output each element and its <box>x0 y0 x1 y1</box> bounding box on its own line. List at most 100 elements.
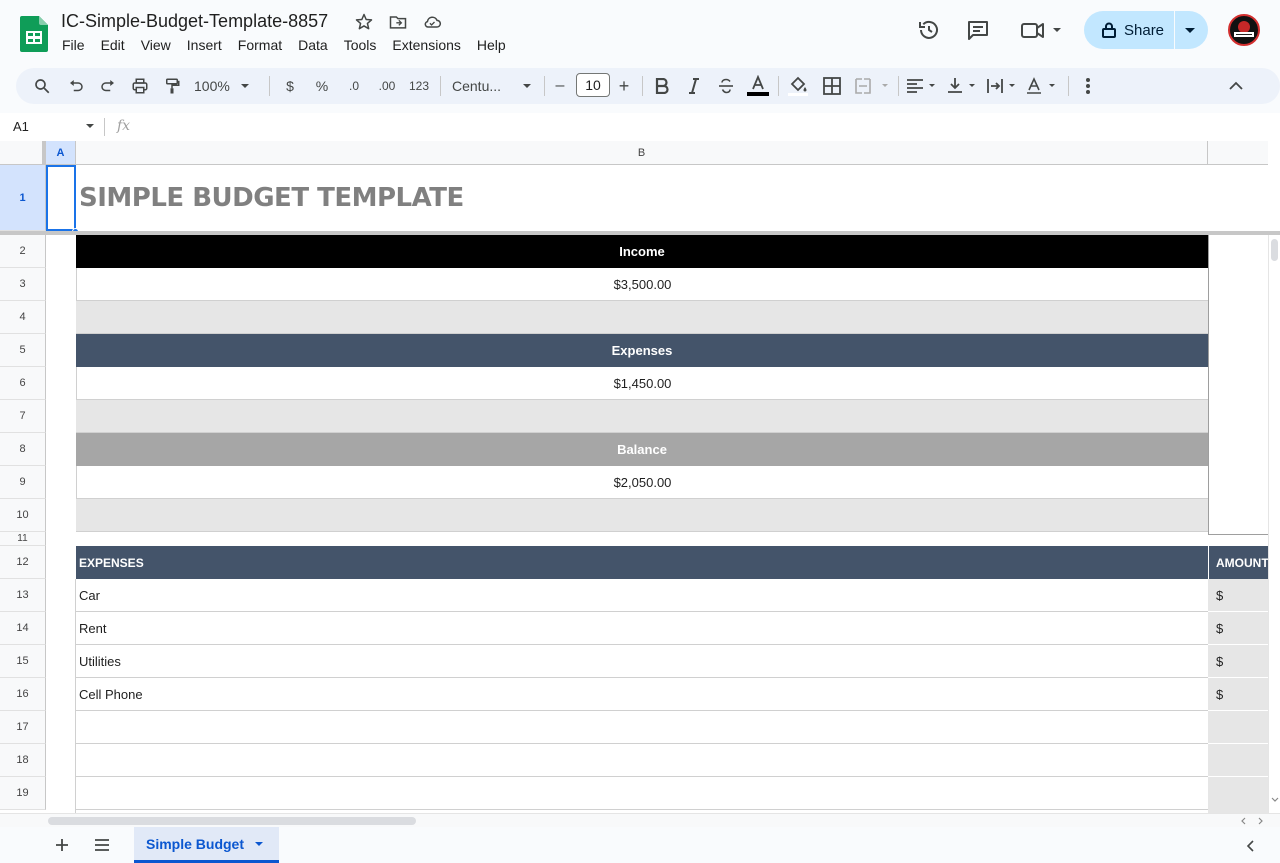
row-header[interactable]: 15 <box>0 645 46 678</box>
table-row[interactable]: Car <box>76 579 1208 612</box>
all-sheets-icon[interactable] <box>92 835 112 855</box>
row-header[interactable]: 11 <box>0 532 46 546</box>
share-main-button[interactable]: Share <box>1084 11 1174 49</box>
row-header[interactable]: 18 <box>0 744 46 777</box>
currency-format-button[interactable]: $ <box>278 74 302 98</box>
balance-header[interactable]: Balance <box>76 433 1208 466</box>
paint-format-icon[interactable] <box>160 74 184 98</box>
chevron-down-icon[interactable] <box>85 121 95 131</box>
text-wrapping-icon[interactable] <box>986 74 1020 98</box>
merge-cells-icon[interactable] <box>854 74 890 98</box>
move-folder-icon[interactable] <box>388 12 408 32</box>
menu-insert[interactable]: Insert <box>179 37 230 53</box>
increase-font-size-button[interactable]: + <box>614 74 634 98</box>
font-select[interactable]: Centu... <box>452 74 532 98</box>
table-row[interactable]: Cell Phone <box>76 678 1208 711</box>
row-header[interactable]: 2 <box>0 235 46 268</box>
scroll-left-icon[interactable] <box>1240 817 1248 825</box>
star-icon[interactable] <box>354 12 374 32</box>
collapse-toolbar-icon[interactable] <box>1224 74 1248 98</box>
more-formats-button[interactable]: 123 <box>405 74 433 98</box>
row-header[interactable]: 5 <box>0 334 46 367</box>
chevron-down-icon[interactable] <box>254 839 264 849</box>
table-row[interactable]: Rent <box>76 612 1208 645</box>
percent-format-button[interactable]: % <box>310 74 334 98</box>
decrease-font-size-button[interactable]: – <box>550 74 570 98</box>
bold-icon[interactable] <box>650 74 674 98</box>
zoom-select[interactable]: 100% <box>194 74 258 98</box>
menu-view[interactable]: View <box>133 37 179 53</box>
amount-cell[interactable]: $ <box>1208 579 1268 612</box>
scroll-right-icon[interactable] <box>1256 817 1264 825</box>
table-row[interactable] <box>76 777 1208 810</box>
account-avatar[interactable] <box>1228 14 1260 46</box>
amount-cell[interactable]: $ <box>1208 612 1268 645</box>
text-color-icon[interactable] <box>746 74 770 98</box>
row-header[interactable]: 12 <box>0 546 46 579</box>
row-header[interactable]: 13 <box>0 579 46 612</box>
vertical-align-icon[interactable] <box>946 74 980 98</box>
expenses-column-header[interactable]: EXPENSES <box>76 546 1208 579</box>
table-row[interactable] <box>76 711 1208 744</box>
sheets-logo-icon[interactable] <box>20 16 48 52</box>
redo-icon[interactable] <box>96 74 120 98</box>
strikethrough-icon[interactable] <box>714 74 738 98</box>
row-header[interactable]: 17 <box>0 711 46 744</box>
column-header-b[interactable]: B <box>76 141 1208 165</box>
spreadsheet-grid[interactable]: A B 1 2 3 4 5 6 7 8 9 10 11 12 13 14 15 … <box>0 141 1280 813</box>
table-row[interactable] <box>76 744 1208 777</box>
sheet-tab-simple-budget[interactable]: Simple Budget <box>134 827 279 863</box>
band-row[interactable] <box>76 301 1208 334</box>
row-header[interactable]: 1 <box>0 165 46 231</box>
add-sheet-icon[interactable] <box>52 835 72 855</box>
share-options-button[interactable] <box>1175 11 1208 49</box>
income-value[interactable]: $3,500.00 <box>76 268 1208 301</box>
menu-data[interactable]: Data <box>290 37 336 53</box>
version-history-icon[interactable] <box>917 18 941 42</box>
italic-icon[interactable] <box>682 74 706 98</box>
scroll-down-icon[interactable] <box>1271 797 1279 803</box>
more-options-icon[interactable] <box>1076 74 1100 98</box>
menu-edit[interactable]: Edit <box>93 37 133 53</box>
meet-icon[interactable] <box>1021 18 1065 42</box>
text-rotation-icon[interactable] <box>1026 74 1060 98</box>
fill-color-icon[interactable] <box>786 74 810 98</box>
name-box[interactable]: A1 <box>13 119 29 134</box>
print-icon[interactable] <box>128 74 152 98</box>
column-header-a[interactable]: A <box>46 141 76 165</box>
amount-column-header[interactable]: AMOUNT <box>1208 546 1268 579</box>
collapse-side-panel-icon[interactable] <box>1244 839 1258 853</box>
horizontal-scrollbar[interactable] <box>0 813 1280 827</box>
row-header[interactable]: 4 <box>0 301 46 334</box>
column-header-c[interactable] <box>1208 141 1268 165</box>
expenses-value[interactable]: $1,450.00 <box>76 367 1208 400</box>
band-row[interactable] <box>76 400 1208 433</box>
selected-cell-a1[interactable] <box>46 165 76 231</box>
amount-cell[interactable]: $ <box>1208 645 1268 678</box>
scroll-thumb[interactable] <box>1271 239 1278 261</box>
band-row[interactable] <box>76 499 1208 532</box>
undo-icon[interactable] <box>64 74 88 98</box>
document-title[interactable]: IC-Simple-Budget-Template-8857 <box>61 11 328 32</box>
comments-icon[interactable] <box>966 18 990 42</box>
row-header[interactable]: 3 <box>0 268 46 301</box>
cloud-saved-icon[interactable] <box>422 12 442 32</box>
search-menus-icon[interactable] <box>30 74 54 98</box>
font-size-input[interactable]: 10 <box>576 73 610 97</box>
select-all-corner[interactable] <box>0 141 46 165</box>
income-header[interactable]: Income <box>76 235 1208 268</box>
amount-cell[interactable] <box>1208 711 1268 744</box>
row-header[interactable]: 6 <box>0 367 46 400</box>
menu-format[interactable]: Format <box>230 37 290 53</box>
amount-cell[interactable] <box>1208 777 1268 813</box>
scroll-thumb[interactable] <box>48 817 416 825</box>
menu-help[interactable]: Help <box>469 37 514 53</box>
row-header[interactable]: 16 <box>0 678 46 711</box>
page-title[interactable]: SIMPLE BUDGET TEMPLATE <box>79 165 1179 231</box>
row-header[interactable]: 14 <box>0 612 46 645</box>
row-header[interactable]: 9 <box>0 466 46 499</box>
vertical-scrollbar[interactable] <box>1268 235 1280 813</box>
row-header[interactable]: 10 <box>0 499 46 532</box>
row-header[interactable]: 19 <box>0 777 46 810</box>
borders-icon[interactable] <box>820 74 844 98</box>
